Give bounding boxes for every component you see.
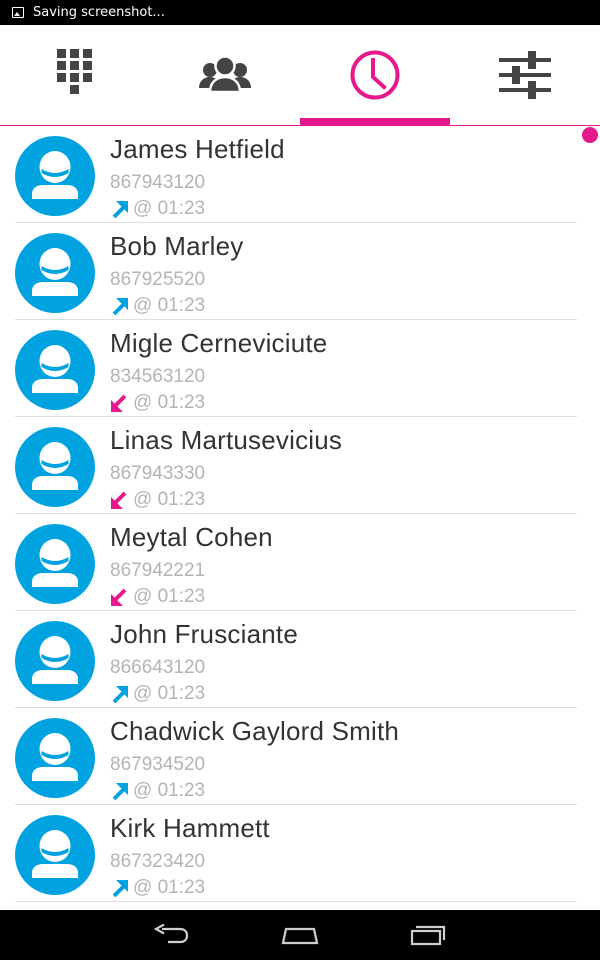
person-icon xyxy=(32,830,78,878)
call-log-item[interactable]: Chadwick Gaylord Smith 867934520 @ 01:23 xyxy=(0,708,600,805)
person-icon xyxy=(32,345,78,393)
call-log-item[interactable]: Migle Cerneviciute 834563120 @ 01:23 xyxy=(0,320,600,417)
outgoing-call-icon xyxy=(112,685,128,703)
call-time-row: @ 01:23 xyxy=(110,780,205,802)
contact-name: Kirk Hammett xyxy=(110,813,270,843)
screen: Saving screenshot... James Hetfield 8679… xyxy=(0,0,600,960)
avatar xyxy=(15,815,95,895)
tab-bar xyxy=(0,25,600,126)
person-icon xyxy=(32,636,78,684)
person-icon xyxy=(32,151,78,199)
call-time: @ 01:23 xyxy=(133,683,206,704)
call-log-item[interactable]: Kirk Hammett 867323420 @ 01:23 xyxy=(0,805,600,902)
clock-icon xyxy=(350,50,400,100)
person-icon xyxy=(32,539,78,587)
avatar xyxy=(15,136,95,216)
tab-dialpad[interactable] xyxy=(0,25,150,125)
contact-name: Meytal Cohen xyxy=(110,522,273,552)
avatar xyxy=(15,427,95,507)
person-icon xyxy=(32,442,78,490)
call-time: @ 01:23 xyxy=(133,198,206,219)
phone-number: 867943120 xyxy=(110,172,206,193)
contacts-icon xyxy=(199,55,251,94)
status-bar: Saving screenshot... xyxy=(0,0,600,25)
outgoing-call-icon xyxy=(112,200,128,218)
call-time-row: @ 01:23 xyxy=(110,198,205,220)
tab-settings[interactable] xyxy=(450,25,600,125)
person-icon xyxy=(32,248,78,296)
outgoing-call-icon xyxy=(112,879,128,897)
call-time-row: @ 01:23 xyxy=(110,489,205,511)
contact-name: Linas Martusevicius xyxy=(110,425,343,455)
avatar xyxy=(15,621,95,701)
incoming-call-icon xyxy=(111,491,127,509)
active-tab-indicator xyxy=(300,118,450,125)
call-time: @ 01:23 xyxy=(133,780,206,801)
tab-contacts[interactable] xyxy=(150,25,300,125)
divider xyxy=(15,901,577,902)
phone-number: 867942221 xyxy=(110,560,206,581)
call-time-row: @ 01:23 xyxy=(110,877,205,899)
call-log-item[interactable]: Meytal Cohen 867942221 @ 01:23 xyxy=(0,514,600,611)
call-time-row: @ 01:23 xyxy=(110,586,205,608)
call-log-item[interactable]: Linas Martusevicius 867943330 @ 01:23 xyxy=(0,417,600,514)
home-icon xyxy=(281,927,319,945)
call-log-item[interactable]: Bob Marley 867925520 @ 01:23 xyxy=(0,223,600,320)
incoming-call-icon xyxy=(111,394,127,412)
call-time: @ 01:23 xyxy=(133,295,206,316)
tab-recents[interactable] xyxy=(300,25,450,125)
person-icon xyxy=(32,733,78,781)
avatar xyxy=(15,330,95,410)
call-time: @ 01:23 xyxy=(133,586,206,607)
contact-name: John Frusciante xyxy=(110,619,298,649)
call-log-list[interactable]: James Hetfield 867943120 @ 01:23 Bob Mar… xyxy=(0,126,600,910)
sliders-icon xyxy=(499,51,551,99)
contact-name: Migle Cerneviciute xyxy=(110,328,328,358)
phone-number: 866643120 xyxy=(110,657,206,678)
phone-number: 867925520 xyxy=(110,269,206,290)
image-icon xyxy=(12,7,24,18)
contact-name: James Hetfield xyxy=(110,134,285,164)
avatar xyxy=(15,524,95,604)
outgoing-call-icon xyxy=(112,782,128,800)
phone-number: 867943330 xyxy=(110,463,206,484)
navigation-bar xyxy=(0,910,600,960)
dialpad-icon xyxy=(57,49,92,94)
contact-name: Bob Marley xyxy=(110,231,244,261)
outgoing-call-icon xyxy=(112,297,128,315)
call-log-item[interactable]: James Hetfield 867943120 @ 01:23 xyxy=(0,126,600,223)
status-text: Saving screenshot... xyxy=(33,5,165,20)
back-icon xyxy=(154,924,189,944)
incoming-call-icon xyxy=(111,588,127,606)
call-time: @ 01:23 xyxy=(133,392,206,413)
avatar xyxy=(15,233,95,313)
call-time: @ 01:23 xyxy=(133,489,206,510)
call-time: @ 01:23 xyxy=(133,877,206,898)
phone-number: 867323420 xyxy=(110,851,206,872)
home-button[interactable] xyxy=(236,910,364,960)
recent-apps-icon xyxy=(410,925,446,946)
call-time-row: @ 01:23 xyxy=(110,392,205,414)
avatar xyxy=(15,718,95,798)
back-button[interactable] xyxy=(108,910,236,960)
phone-number: 867934520 xyxy=(110,754,206,775)
recent-apps-button[interactable] xyxy=(364,910,492,960)
call-time-row: @ 01:23 xyxy=(110,295,205,317)
call-time-row: @ 01:23 xyxy=(110,683,205,705)
call-log-item[interactable]: John Frusciante 866643120 @ 01:23 xyxy=(0,611,600,708)
contact-name: Chadwick Gaylord Smith xyxy=(110,716,400,746)
phone-number: 834563120 xyxy=(110,366,206,387)
